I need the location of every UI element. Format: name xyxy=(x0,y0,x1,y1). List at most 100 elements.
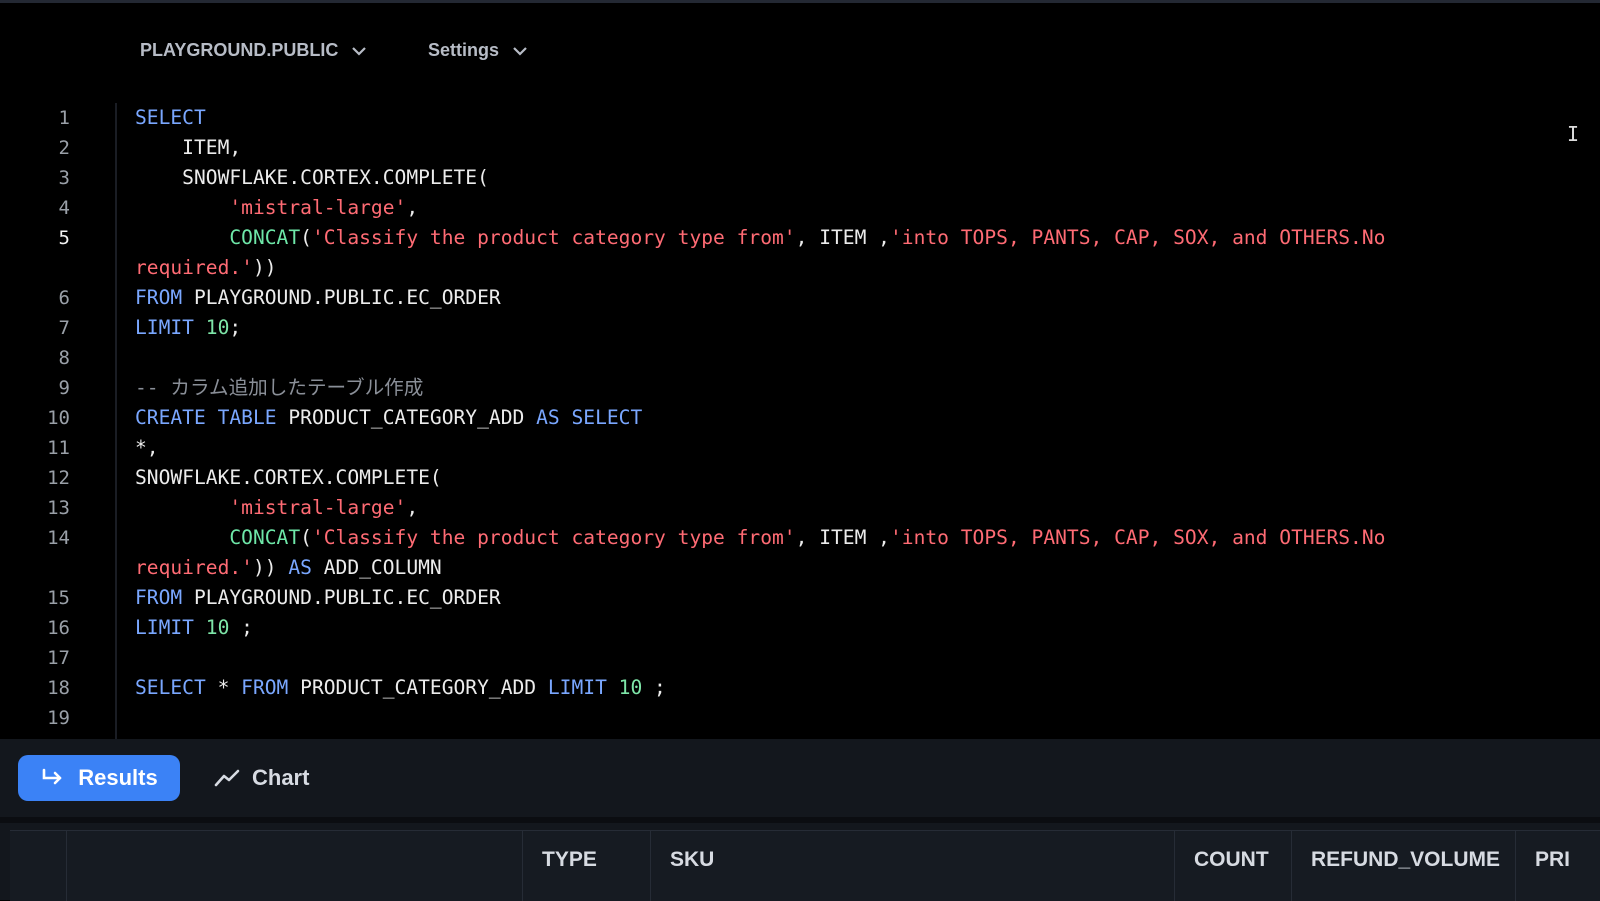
line-chart-icon xyxy=(214,769,240,787)
code-line[interactable]: 4 'mistral-large', xyxy=(0,193,1600,223)
column-header-label: SKU xyxy=(670,848,715,871)
column-header-blank[interactable] xyxy=(66,831,523,901)
code-token: ; xyxy=(642,676,666,699)
line-number: 2 xyxy=(58,137,70,159)
line-number: 13 xyxy=(47,497,70,519)
column-header-pri[interactable]: PRI xyxy=(1515,831,1600,901)
code-line[interactable]: required.')) xyxy=(0,253,1600,283)
tab-results[interactable]: Results xyxy=(18,755,180,801)
code-text: 'mistral-large', xyxy=(135,493,418,523)
column-header-sku[interactable]: SKU xyxy=(650,831,1175,901)
code-line[interactable]: 15 FROM PLAYGROUND.PUBLIC.EC_ORDER xyxy=(0,583,1600,613)
code-line[interactable]: 3 SNOWFLAKE.CORTEX.COMPLETE( xyxy=(0,163,1600,193)
code-line[interactable]: 12 SNOWFLAKE.CORTEX.COMPLETE( xyxy=(0,463,1600,493)
line-number: 7 xyxy=(58,317,70,339)
code-text: SELECT xyxy=(135,103,206,133)
line-number: 1 xyxy=(58,107,70,129)
code-line[interactable]: 8 xyxy=(0,343,1600,373)
column-header-rownum[interactable] xyxy=(10,831,66,901)
code-token: ; xyxy=(229,616,253,639)
code-line[interactable]: 19 xyxy=(0,703,1600,733)
code-token: required.' xyxy=(135,556,253,579)
chevron-down-icon xyxy=(513,46,527,56)
code-token: CONCAT xyxy=(229,526,301,549)
results-tabs: Results Chart xyxy=(0,739,1600,817)
code-text: CREATE TABLE PRODUCT_CATEGORY_ADD AS SEL… xyxy=(135,403,642,433)
tab-chart-label: Chart xyxy=(252,765,310,790)
code-token: FROM xyxy=(241,676,289,699)
code-text: LIMIT 10 ; xyxy=(135,613,253,643)
tab-chart[interactable]: Chart xyxy=(214,755,309,801)
code-line[interactable]: 9 -- カラム追加したテーブル作成 xyxy=(0,373,1600,403)
line-number: 4 xyxy=(58,197,70,219)
code-token: * xyxy=(205,676,242,699)
code-line[interactable]: 1 SELECT xyxy=(0,103,1600,133)
column-header-label: REFUND_VOLUME xyxy=(1311,848,1501,871)
code-token: *, xyxy=(135,436,159,459)
code-line[interactable]: 10 CREATE TABLE PRODUCT_CATEGORY_ADD AS S… xyxy=(0,403,1600,433)
column-header-label: TYPE xyxy=(542,848,597,871)
code-token: -- カラム追加したテーブル作成 xyxy=(135,376,424,399)
sql-editor[interactable]: 1 SELECT 2 ITEM, 3 SNOWFLAKE.CORTEX.COMPLET… xyxy=(0,103,1600,739)
code-token: 'Classify the product category type from… xyxy=(311,526,796,549)
code-line[interactable]: 6 FROM PLAYGROUND.PUBLIC.EC_ORDER xyxy=(0,283,1600,313)
code-token: AS SELECT xyxy=(536,406,643,429)
code-token: SNOWFLAKE.CORTEX.COMPLETE( xyxy=(135,166,489,189)
code-line[interactable]: 11 *, xyxy=(0,433,1600,463)
code-text: SNOWFLAKE.CORTEX.COMPLETE( xyxy=(135,463,442,493)
code-token: ( xyxy=(300,526,312,549)
code-line[interactable]: 18 SELECT * FROM PRODUCT_CATEGORY_ADD LIM… xyxy=(0,673,1600,703)
code-token: )) xyxy=(252,256,277,279)
code-token: SELECT xyxy=(135,676,206,699)
code-text: SNOWFLAKE.CORTEX.COMPLETE( xyxy=(135,163,489,193)
code-token: ; xyxy=(229,316,242,339)
code-token: ITEM, xyxy=(135,136,242,159)
column-header-label: COUNT xyxy=(1194,848,1269,871)
code-token: ( xyxy=(300,226,312,249)
line-number: 5 xyxy=(58,227,70,249)
code-token: 'mistral-large' xyxy=(229,196,407,219)
column-header-type[interactable]: TYPE xyxy=(522,831,651,901)
code-line[interactable]: 2 ITEM, xyxy=(0,133,1600,163)
column-header-refund-volume[interactable]: REFUND_VOLUME xyxy=(1291,831,1516,901)
code-token: required.' xyxy=(135,256,253,279)
code-line[interactable]: 14 CONCAT('Classify the product category… xyxy=(0,523,1600,553)
code-line[interactable]: 13 'mistral-large', xyxy=(0,493,1600,523)
tab-results-label: Results xyxy=(78,765,158,790)
database-selector[interactable]: PLAYGROUND.PUBLIC xyxy=(140,40,368,61)
code-line[interactable]: required.')) AS ADD_COLUMN xyxy=(0,553,1600,583)
code-line[interactable]: 16 LIMIT 10 ; xyxy=(0,613,1600,643)
text-cursor-icon: I xyxy=(1567,122,1580,146)
arrow-turn-icon xyxy=(42,768,62,785)
line-number: 6 xyxy=(58,287,70,309)
code-token: )) xyxy=(252,556,289,579)
code-token: FROM xyxy=(135,586,183,609)
code-token: 'mistral-large' xyxy=(229,496,407,519)
code-line[interactable]: 17 xyxy=(0,643,1600,673)
code-token: SNOWFLAKE.CORTEX.COMPLETE( xyxy=(135,466,442,489)
code-token: PRODUCT_CATEGORY_ADD xyxy=(276,406,537,429)
line-number: 8 xyxy=(58,347,70,369)
code-token: , xyxy=(406,496,419,519)
column-header-count[interactable]: COUNT xyxy=(1174,831,1292,901)
code-text: ITEM, xyxy=(135,133,241,163)
code-text: LIMIT 10; xyxy=(135,313,241,343)
code-token: AS xyxy=(288,556,312,579)
code-text: FROM PLAYGROUND.PUBLIC.EC_ORDER xyxy=(135,283,501,313)
code-line[interactable]: 5 CONCAT('Classify the product category … xyxy=(0,223,1600,253)
editor-toolbar: PLAYGROUND.PUBLIC Settings xyxy=(0,30,1600,74)
code-token: , ITEM , xyxy=(795,226,890,249)
line-number: 18 xyxy=(47,677,70,699)
code-text: required.')) AS ADD_COLUMN xyxy=(135,553,442,583)
line-number: 15 xyxy=(47,587,70,609)
code-token: , ITEM , xyxy=(795,526,890,549)
line-number: 16 xyxy=(47,617,70,639)
code-token: PLAYGROUND.PUBLIC.EC_ORDER xyxy=(182,286,501,309)
code-text: SELECT * FROM PRODUCT_CATEGORY_ADD LIMIT… xyxy=(135,673,666,703)
code-line[interactable]: 7 LIMIT 10; xyxy=(0,313,1600,343)
settings-menu[interactable]: Settings xyxy=(428,40,529,61)
